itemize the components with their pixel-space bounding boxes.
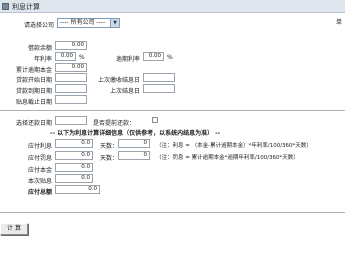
annual-rate-field[interactable]: 0.00 [55,52,76,61]
interest-cutoff-field[interactable] [55,95,87,104]
loan-start-field[interactable] [55,73,87,82]
footer-divider [0,212,345,213]
overdue-rate-unit: % [167,54,173,61]
principal-due-label: 应付本金 [27,167,52,174]
company-select[interactable]: ---- 所有公司 ---- ▼ [57,18,120,28]
total-due-label: 应付总额 [27,189,52,196]
chevron-down-icon[interactable]: ▼ [110,19,119,27]
loan-start-label: 贷款开始日期 [15,77,52,84]
last-interest-field[interactable] [143,73,175,82]
interest-due-label: 应付利息 [27,143,52,150]
current-interest-field[interactable]: 0.0 [55,174,93,183]
balance-field[interactable]: 0.00 [55,41,87,50]
company-select-value: ---- 所有公司 ---- [60,19,106,26]
days2-field[interactable]: 0 [118,151,150,160]
current-interest-label: 本次贴息 [27,178,52,185]
loan-end-field[interactable] [55,84,87,93]
last-settle-label: 上次结息日 [109,88,140,95]
last-interest-label: 上次缴收结息日 [97,77,140,84]
penalty-due-label: 应付罚息 [27,155,52,162]
early-repayment-checkbox[interactable] [152,117,158,123]
title-bar [0,0,345,13]
repayment-date-field[interactable] [55,116,87,125]
penalty-due-field[interactable]: 0.0 [55,151,93,160]
company-select-label: 请选择公司 [23,22,54,29]
calculate-button[interactable]: 计 算 [0,223,28,235]
annual-rate-unit: % [79,54,85,61]
days1-field[interactable]: 0 [118,139,150,148]
principal-due-field[interactable]: 0.0 [55,163,93,172]
repayment-date-label: 选择还款日期 [15,120,52,127]
balance-label: 借款余额 [27,45,52,52]
days1-label: 天数： [100,143,119,150]
interest-formula-note: （注：利息 = （本金-累计逾期本金）*年利率/100/360*天数） [156,143,312,149]
cumulative-overdue-label: 累计逾期本金 [15,67,52,74]
interest-cutoff-label: 贴息截止日期 [15,99,52,106]
detail-heading: -- 以下为利息计算详细信息（仅供参考，以系统内结息为准） -- [50,130,221,137]
penalty-formula-note: （注：罚息 = 累计逾期本金*逾期年利率/100/360*天数） [156,155,299,161]
total-due-field[interactable]: 0.0 [55,185,100,194]
window-icon [2,3,9,10]
days2-label: 天数： [100,155,119,162]
window-title: 利息计算 [12,3,40,11]
cumulative-overdue-field[interactable]: 0.00 [55,63,87,72]
interest-due-field[interactable]: 0.0 [55,139,93,148]
annual-rate-label: 年利率 [33,56,52,63]
section-divider [0,110,345,111]
loan-end-label: 贷款到期日期 [15,88,52,95]
overdue-rate-label: 逾期利率 [115,56,140,63]
corner-mark: 单 [335,19,342,26]
last-settle-field[interactable] [143,84,175,93]
early-repayment-label: 是否提前还款： [93,120,136,127]
overdue-rate-field[interactable]: 0.00 [143,52,164,61]
